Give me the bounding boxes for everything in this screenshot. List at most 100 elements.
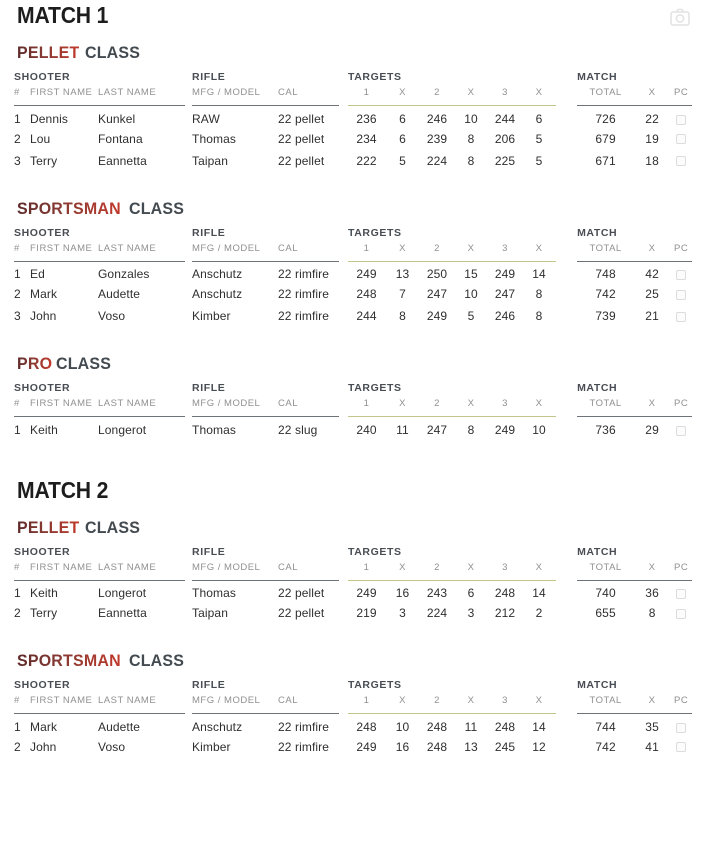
cell-t3: 245 [494,739,516,754]
cell-x: 36 [645,586,659,601]
table-row[interactable]: 2 Lou Fontana Thomas 22 pellet 234 6 239 8 206 5 67… [0,128,701,150]
spacer [185,714,192,736]
pc-checkbox[interactable] [670,305,692,327]
spacer [556,580,577,602]
spacer [556,546,577,562]
pc-checkbox[interactable] [670,283,692,305]
results-page: MATCH 1 PELLET CLASS SHOOTER RIFLE TARGETS MAT… [0,0,701,868]
cell-last: Voso [98,309,126,323]
table-row[interactable]: 3 John Voso Kimber 22 rimfire 244 8 249 5 246 8 739… [0,305,701,327]
column-header-total: TOTAL [577,561,635,581]
cell-x: 8 [648,606,656,620]
sub-header-row: # FIRST NAME LAST NAME MFG / MODEL CAL 1 X 2 X 3 X… [0,242,701,262]
cell-x1: 6 [399,111,406,126]
column-header-rank: # [14,695,30,714]
checkbox[interactable] [676,114,687,125]
cell-rank: 1 [14,719,21,734]
checkbox[interactable] [676,156,687,167]
cell-t2: 247 [426,287,448,301]
class-name: PELLET [17,43,80,62]
cell-rank: 3 [14,309,21,323]
table-body: 1 Keith Longerot Thomas 22 slug 240 11 247 8 249 1… [0,417,701,439]
camera-icon[interactable] [670,8,690,26]
column-header-x: X [634,561,671,581]
column-header-x2: X [454,695,489,714]
table-row[interactable]: 2 John Voso Kimber 22 rimfire 249 16 248 13 245 12… [0,736,701,758]
cell-cal: 22 rimfire [278,719,330,734]
cell-last: Audette [98,287,141,301]
cell-x: 42 [645,267,659,282]
cell-first: Lou [30,131,51,146]
scores-table: SHOOTER RIFLE TARGETS MATCH # FIRST NAME LAST … [0,382,701,439]
pc-checkbox[interactable] [670,580,692,602]
column-header-x: X [634,87,671,106]
cell-x2: 15 [464,267,478,282]
cell-cal: 22 pellet [278,131,325,146]
checkbox[interactable] [676,134,687,145]
cell-total: 739 [595,309,616,323]
cell-t2: 248 [426,719,448,734]
column-header-t1: 1 [348,87,386,106]
cell-t1: 219 [356,606,377,620]
spacer [0,106,14,128]
cell-x2: 8 [467,422,475,437]
spacer [339,305,348,327]
spacer [185,417,192,439]
pc-checkbox[interactable] [670,128,692,150]
checkbox[interactable] [676,722,687,733]
column-header-last: LAST NAME [98,561,186,581]
table-row[interactable]: 1 Ed Gonzales Anschutz 22 rimfire 249 13 250 15 2… [0,261,701,283]
spacer [185,128,192,150]
pc-checkbox[interactable] [670,150,692,172]
spacer [0,305,14,327]
cell-t3: 244 [494,111,516,126]
column-header-x2: X [454,561,489,581]
column-header-t3: 3 [488,561,523,581]
cell-total: 736 [595,422,616,437]
table-row[interactable]: 1 Keith Longerot Thomas 22 pellet 249 16 243 6 24… [0,580,701,602]
pc-checkbox[interactable] [670,106,692,128]
checkbox[interactable] [676,742,687,753]
pc-checkbox[interactable] [670,417,692,439]
spacer [692,305,701,327]
column-header-x: X [634,695,671,714]
table-row[interactable]: 1 Mark Audette Anschutz 22 rimfire 248 10 248 11… [0,714,701,736]
cell-cal: 22 slug [278,422,318,437]
spacer [185,562,192,581]
table-row[interactable]: 2 Mark Audette Anschutz 22 rimfire 248 7 247 10 2… [0,283,701,305]
table-header: SHOOTER RIFLE TARGETS MATCH # FIRST NAME LAST … [0,71,701,106]
column-header-first: FIRST NAME [30,242,98,262]
table-row[interactable]: 2 Terry Eannetta Taipan 22 pellet 219 3 224 3 212… [0,602,701,624]
pc-checkbox[interactable] [670,714,692,736]
checkbox[interactable] [676,289,687,300]
spacer [185,695,192,714]
spacer [556,695,577,714]
table-row[interactable]: 1 Keith Longerot Thomas 22 slug 240 11 247 8 249 1… [0,417,701,439]
spacer [556,283,577,305]
spacer [339,580,348,602]
spacer [692,243,701,262]
checkbox[interactable] [676,311,687,322]
pc-checkbox[interactable] [670,602,692,624]
spacer [339,261,348,283]
table-row[interactable]: 3 Terry Eannetta Taipan 22 pellet 222 5 224 8 225… [0,150,701,172]
cell-x2: 11 [464,719,478,734]
pc-checkbox[interactable] [670,261,692,283]
cell-first: Dennis [30,111,68,126]
spacer [185,546,192,562]
checkbox[interactable] [676,589,687,600]
checkbox[interactable] [676,270,687,281]
cell-x1: 3 [399,606,406,620]
cell-total: 726 [595,111,616,126]
column-header-t1: 1 [348,398,386,417]
group-header-targets: TARGETS [348,226,402,239]
table-row[interactable]: 1 Dennis Kunkel RAW 22 pellet 236 6 246 10 244 6 72… [0,106,701,128]
checkbox[interactable] [676,608,687,619]
spacer [185,261,192,283]
column-header-last: LAST NAME [98,398,186,417]
spacer [339,562,348,581]
pc-checkbox[interactable] [670,736,692,758]
checkbox[interactable] [676,425,687,436]
cell-mfg: Anschutz [192,719,243,734]
